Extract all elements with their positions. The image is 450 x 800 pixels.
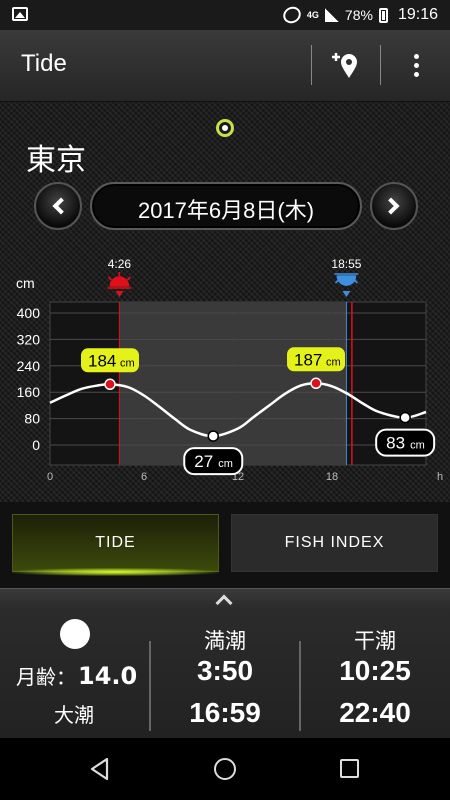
column-divider — [149, 641, 151, 731]
high-tide-point — [104, 378, 116, 391]
sunrise-time: 4:26 — [108, 257, 132, 271]
low-tide-time-1: 10:25 — [339, 655, 411, 686]
tab-tide[interactable]: TIDE — [12, 514, 219, 572]
app-bar: Tide — [0, 30, 450, 102]
low-tide-time-2: 22:40 — [339, 697, 411, 728]
x-unit-label: h — [437, 471, 443, 483]
tide-info-panel: 月齢：14.0 大潮 満潮 3:50 16:59 干潮 10:25 22:40 — [0, 588, 450, 738]
chevron-up-icon[interactable] — [215, 594, 233, 612]
high-tide-value: 184 — [88, 351, 116, 370]
high-tide-time-2: 16:59 — [189, 697, 261, 728]
date-display[interactable]: 2017年6月8日(木) — [90, 182, 362, 230]
page-indicator-icon — [216, 119, 234, 137]
high-tide-time-1: 3:50 — [196, 655, 254, 686]
low-tide-badge — [183, 447, 244, 476]
low-tide-badge — [375, 428, 436, 457]
moon-phase-icon — [60, 619, 90, 649]
low-tide-point — [399, 411, 411, 424]
signal-icon — [324, 8, 339, 22]
tide-chart: 4003202401608000 6 12 18 hcm4:26 18:55184 cm27… — [16, 257, 443, 483]
tab-fish-index[interactable]: FISH INDEX — [231, 514, 438, 572]
network-type: 4G — [306, 9, 319, 20]
next-day-button[interactable] — [370, 182, 418, 230]
y-tick-label: 320 — [17, 331, 41, 347]
clock: 19:16 — [397, 6, 438, 23]
low-tide-value: 27 — [194, 452, 213, 471]
low-tide-label: 干潮 — [354, 629, 396, 653]
sunrise-icon — [107, 272, 132, 289]
back-icon[interactable] — [88, 756, 110, 782]
y-tick-label: 240 — [17, 358, 41, 374]
tab-bar: TIDE FISH INDEX — [0, 502, 450, 588]
high-tide-value: 187 — [294, 350, 322, 369]
column-divider — [299, 641, 301, 731]
battery-icon — [378, 7, 388, 23]
sunrise-marker — [115, 291, 124, 297]
y-tick-label: 0 — [32, 437, 40, 453]
x-tick-label: 0 — [47, 471, 53, 483]
low-tide-unit: cm — [218, 458, 233, 470]
tide-type: 大潮 — [54, 703, 94, 727]
nfc-icon — [280, 3, 304, 27]
date-selector: 2017年6月8日(木) — [34, 182, 418, 230]
app-title: Tide — [21, 50, 67, 77]
recent-apps-icon[interactable] — [340, 759, 359, 778]
low-tide-value: 83 — [386, 434, 405, 453]
high-tide-label: 満潮 — [204, 629, 246, 653]
toolbar-divider — [311, 45, 312, 85]
y-tick-label: 160 — [17, 384, 41, 400]
status-icons: 4G 78% 19:16 — [280, 3, 438, 27]
status-bar: 4G 78% 19:16 — [0, 0, 450, 30]
chevron-left-icon — [52, 197, 70, 215]
active-tab-indicator — [12, 568, 219, 576]
high-tide-unit: cm — [326, 356, 341, 368]
sunset-marker — [342, 291, 351, 297]
moon-age-label: 月齢： — [16, 665, 76, 689]
moon-age-value: 14.0 — [78, 662, 138, 690]
sunset-icon — [334, 273, 359, 286]
x-tick-label: 6 — [141, 471, 147, 483]
overflow-menu-icon[interactable] — [406, 52, 426, 80]
y-unit-label: cm — [16, 275, 35, 291]
add-location-icon[interactable] — [328, 48, 362, 82]
battery-percent: 78% — [344, 7, 373, 23]
y-tick-label: 400 — [17, 305, 41, 321]
location-name: 東京 — [26, 143, 86, 178]
date-text: 2017年6月8日(木) — [137, 198, 315, 223]
toolbar-divider — [380, 45, 381, 85]
home-icon[interactable] — [214, 758, 236, 780]
high-tide-point — [310, 377, 322, 390]
previous-day-button[interactable] — [34, 182, 82, 230]
system-nav-bar — [0, 738, 450, 800]
y-tick-label: 80 — [24, 411, 40, 427]
gallery-notification-icon — [12, 7, 28, 21]
chevron-right-icon — [382, 197, 400, 215]
moon-age: 月齢：14.0 — [16, 661, 137, 690]
x-tick-label: 18 — [326, 471, 338, 483]
sunset-time: 18:55 — [331, 257, 361, 271]
high-tide-unit: cm — [120, 357, 135, 369]
low-tide-unit: cm — [410, 440, 425, 452]
low-tide-point — [207, 430, 219, 442]
